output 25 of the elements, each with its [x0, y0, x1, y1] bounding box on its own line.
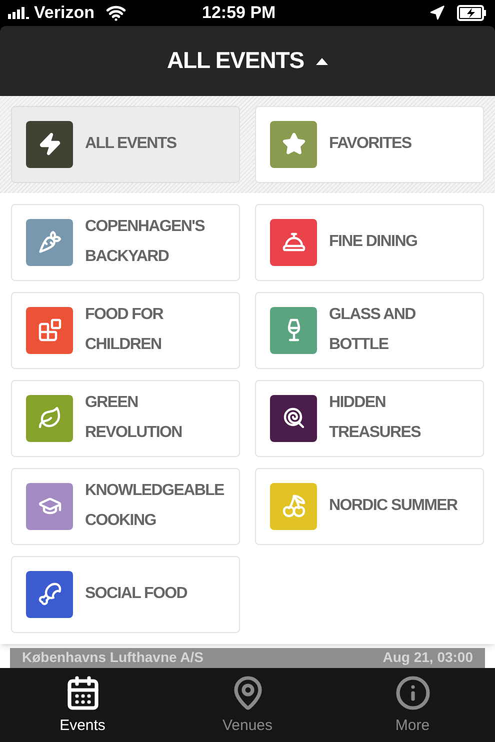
category-card[interactable]: GREEN REVOLUTION [11, 380, 240, 456]
caret-icon [316, 56, 328, 64]
category-card[interactable]: NORDIC SUMMER [255, 468, 484, 544]
category-card[interactable]: FOOD FOR CHILDREN [11, 292, 240, 368]
category-card[interactable]: KNOWLEDGEABLE COOKING [11, 468, 240, 544]
category-card[interactable]: ALL EVENTS [11, 106, 240, 182]
category-card[interactable]: FAVORITES [255, 106, 484, 182]
tab-bar-item[interactable]: More [330, 668, 495, 742]
category-card[interactable]: FINE DINING [255, 204, 484, 280]
header-bar[interactable]: ALL EVENTS [0, 26, 495, 96]
event-time: Aug 21, 03:00 [382, 648, 473, 667]
venue-text: Københavns Lufthavne A/S [22, 648, 204, 667]
info-icon [394, 674, 430, 711]
category-card[interactable]: SOCIAL FOOD [11, 556, 240, 632]
location-arrow-icon [429, 4, 445, 21]
tab-bar-item[interactable]: Events [0, 668, 165, 742]
category-card[interactable]: COPENHAGEN'S BACKYARD [11, 204, 240, 280]
category-card[interactable]: GLASS AND BOTTLE [255, 292, 484, 368]
signal-icon [8, 6, 30, 19]
calendar-icon [64, 674, 100, 711]
tab-bar-item[interactable]: Venues [165, 668, 330, 742]
battery-charging-icon [457, 4, 487, 21]
category-card[interactable]: HIDDEN TREASURES [255, 380, 484, 456]
carrier-name: Verizon [34, 2, 94, 24]
clock-time: 12:59 PM [202, 2, 276, 24]
